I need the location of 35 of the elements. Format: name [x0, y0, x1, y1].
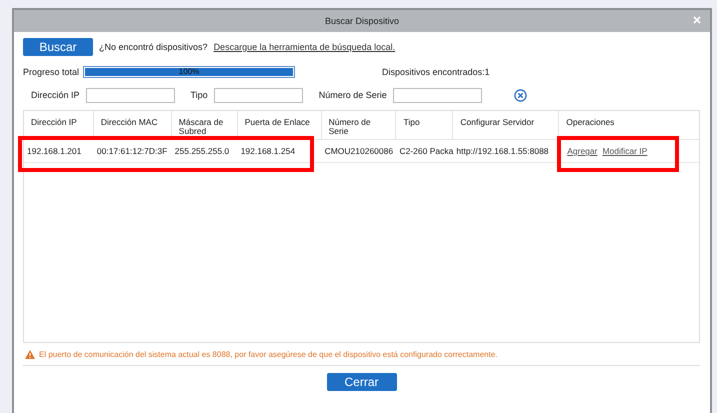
- column-header: Máscara de Subred: [172, 111, 238, 139]
- window-title: Buscar Dispositivo: [324, 16, 400, 26]
- table-cell-text: http://192.168.1.55:8088: [455, 145, 550, 158]
- table-cell-text: 192.168.1.201: [26, 145, 82, 158]
- progress-label: Progreso total: [23, 67, 80, 77]
- clear-icon[interactable]: [514, 88, 527, 102]
- table-cell-text: 255.255.255.0: [174, 145, 230, 158]
- close-button[interactable]: Cerrar: [326, 373, 396, 391]
- column-header: Configurar Servidor: [453, 111, 560, 139]
- action-link[interactable]: Agregar: [567, 146, 598, 156]
- filter-label: Tipo: [190, 90, 208, 100]
- table-cell-text: CMOU210260086: [324, 145, 394, 158]
- filter-label: Dirección IP: [31, 90, 80, 100]
- close-icon[interactable]: [692, 15, 702, 25]
- action-link[interactable]: Modificar IP: [602, 146, 648, 156]
- progress-reading: 100%: [178, 67, 200, 77]
- column-header: Dirección MAC: [94, 111, 172, 139]
- search-button[interactable]: Buscar: [23, 38, 93, 56]
- devices-found-text: Dispositivos encontrados:1: [382, 67, 490, 77]
- column-header: Número de Serie: [322, 111, 396, 139]
- warning-message: El puerto de comunicación del sistema actual es 8088, por favor asegúrese de que el dispositivo está configurado correctamente.: [39, 350, 498, 359]
- hint-text: ¿No encontró dispositivos?: [99, 42, 208, 52]
- warning-icon: [25, 350, 35, 359]
- filter-field[interactable]: [214, 88, 303, 102]
- column-header: Puerta de Enlace: [238, 111, 322, 139]
- table-cell-text: C2-260 Packa: [398, 145, 454, 158]
- table-cell-text: 00:17:61:12:7D:3F: [96, 145, 168, 158]
- column-header: Dirección IP: [24, 111, 94, 139]
- column-header: Tipo: [396, 111, 454, 139]
- download-link[interactable]: Descargue la herramienta de búsqueda local.: [214, 42, 396, 52]
- column-header: Operaciones: [565, 116, 616, 129]
- filter-label: Número de Serie: [318, 90, 387, 100]
- filter-field[interactable]: [392, 88, 482, 102]
- filter-field[interactable]: [86, 88, 175, 102]
- table-cell-text: 192.168.1.254: [240, 145, 296, 158]
